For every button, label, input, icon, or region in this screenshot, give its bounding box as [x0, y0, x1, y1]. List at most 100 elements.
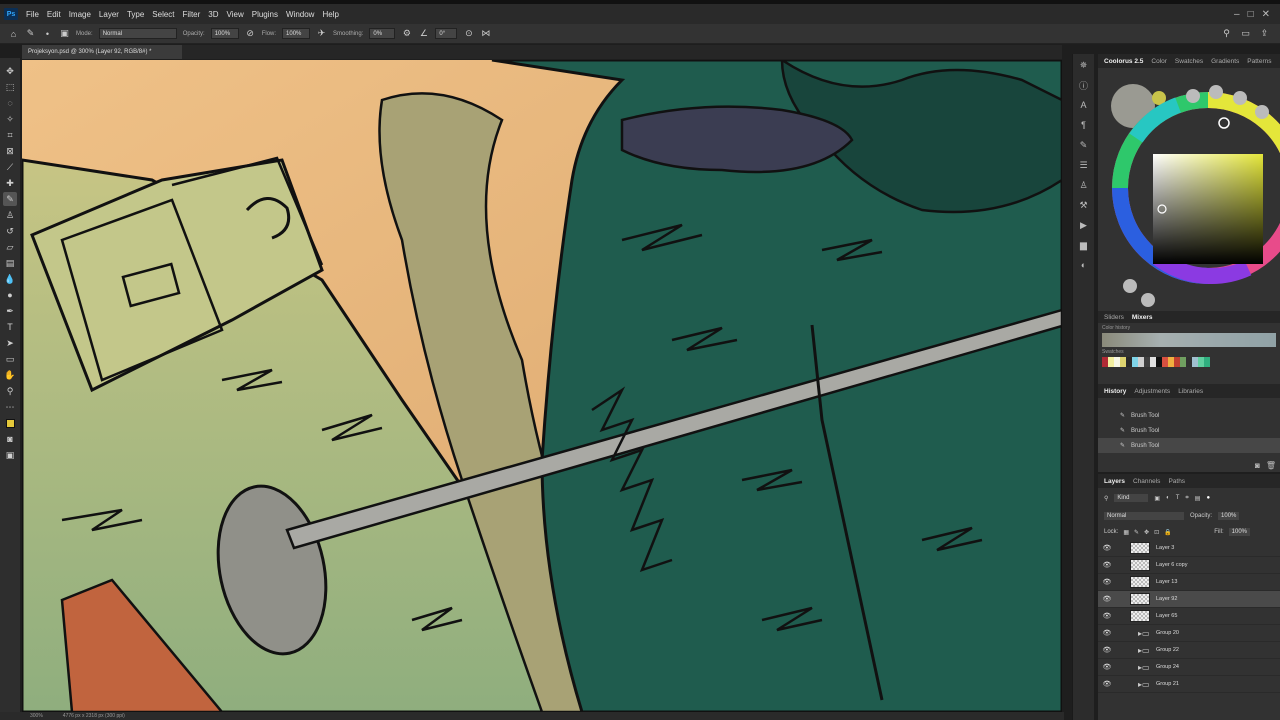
group-row[interactable]: 👁 ▸▭ Group 24 — [1098, 659, 1280, 676]
more-tools-icon[interactable]: ⋯ — [3, 400, 17, 414]
document-tab[interactable]: Projeksyon.psd @ 300% (Layer 92, RGB/8#)… — [22, 45, 182, 59]
group-row[interactable]: 👁 ▸▭ Group 21 — [1098, 676, 1280, 693]
character-icon[interactable]: A — [1077, 98, 1091, 112]
document-info[interactable]: 4776 px x 2318 px (300 ppi) — [63, 713, 125, 719]
path-selection-tool-icon[interactable]: ➤ — [3, 336, 17, 350]
frame-tool-icon[interactable]: ⊠ — [3, 144, 17, 158]
properties-icon[interactable]: ☰ — [1077, 158, 1091, 172]
menu-window[interactable]: Window — [282, 10, 318, 19]
smoothing-field[interactable]: 0% — [369, 28, 396, 39]
home-icon[interactable]: ⌂ — [8, 28, 19, 39]
brush-tool-icon[interactable]: ✎ — [25, 28, 36, 39]
info-icon[interactable]: ⓘ — [1077, 78, 1091, 92]
lock-transparency-icon[interactable]: ▦ — [1123, 529, 1129, 536]
color-swatches[interactable] — [3, 416, 17, 430]
pen-tool-icon[interactable]: ✒ — [3, 304, 17, 318]
snapshot-icon[interactable]: ◙ — [1255, 461, 1260, 470]
tab-history[interactable]: History — [1104, 388, 1126, 395]
layer-row[interactable]: 👁 Layer 65 — [1098, 608, 1280, 625]
tab-paths[interactable]: Paths — [1168, 478, 1185, 485]
foreground-color-swatch[interactable] — [5, 418, 15, 428]
group-row[interactable]: 👁 ▸▭ Group 20 — [1098, 625, 1280, 642]
filter-smart-icon[interactable]: ▤ — [1195, 495, 1201, 502]
eye-icon[interactable]: 👁 — [1098, 612, 1116, 620]
gradient-tool-icon[interactable]: ▤ — [3, 256, 17, 270]
tab-swatches[interactable]: Swatches — [1175, 58, 1203, 65]
tab-color[interactable]: Color — [1151, 58, 1167, 65]
lock-artboard-icon[interactable]: ⊡ — [1154, 529, 1159, 536]
menu-plugins[interactable]: Plugins — [248, 10, 282, 19]
eye-icon[interactable]: 👁 — [1098, 561, 1116, 569]
mode-select[interactable]: Normal — [98, 28, 177, 39]
trash-icon[interactable]: 🗑 — [1266, 461, 1276, 470]
zoom-tool-icon[interactable]: ⚲ — [3, 384, 17, 398]
tab-mixers[interactable]: Mixers — [1132, 314, 1153, 321]
brush-preset-icon[interactable]: • — [42, 28, 53, 39]
menu-edit[interactable]: Edit — [43, 10, 65, 19]
eyedropper-tool-icon[interactable]: ⟋ — [3, 160, 17, 174]
brush-settings-icon[interactable]: ✎ — [1077, 138, 1091, 152]
flow-field[interactable]: 100% — [282, 28, 311, 39]
eye-icon[interactable]: 👁 — [1098, 663, 1116, 671]
angle-field[interactable]: 0° — [435, 28, 458, 39]
search-icon[interactable]: ⚲ — [1221, 28, 1232, 39]
lock-position-icon[interactable]: ✥ — [1144, 529, 1149, 536]
tab-libraries[interactable]: Libraries — [1178, 388, 1203, 395]
lock-image-icon[interactable]: ✎ — [1134, 529, 1139, 536]
pressure-size-icon[interactable]: ⊙ — [463, 28, 474, 39]
opacity-field[interactable]: 100% — [210, 28, 239, 39]
tab-channels[interactable]: Channels — [1133, 478, 1160, 485]
workspace-icon[interactable]: ▭ — [1240, 28, 1251, 39]
tool-presets-icon[interactable]: ⚒ — [1077, 198, 1091, 212]
airbrush-icon[interactable]: ✈ — [316, 28, 327, 39]
menu-select[interactable]: Select — [148, 10, 178, 19]
lasso-tool-icon[interactable]: ◌ — [3, 96, 17, 110]
eye-icon[interactable]: 👁 — [1098, 646, 1116, 654]
filter-type-icon[interactable]: T — [1176, 495, 1180, 501]
menu-file[interactable]: File — [22, 10, 43, 19]
layer-row-selected[interactable]: 👁 Layer 92 — [1098, 591, 1280, 608]
filter-shape-icon[interactable]: ⌗ — [1185, 495, 1188, 502]
history-item-current[interactable]: ✎ Brush Tool — [1098, 438, 1280, 453]
close-icon[interactable]: ✕ — [1262, 9, 1270, 20]
histogram-icon[interactable]: ▆ — [1077, 238, 1091, 252]
shape-tool-icon[interactable]: ▭ — [3, 352, 17, 366]
minimize-icon[interactable]: – — [1234, 9, 1240, 20]
symmetry-icon[interactable]: ⋈ — [480, 28, 491, 39]
eye-icon[interactable]: 👁 — [1098, 595, 1116, 603]
coolorus-icon[interactable]: ✵ — [1077, 58, 1091, 72]
dodge-tool-icon[interactable]: ● — [3, 288, 17, 302]
blend-mode-select[interactable]: Normal — [1104, 512, 1184, 520]
brush-settings-icon[interactable]: ▣ — [59, 28, 70, 39]
menu-image[interactable]: Image — [65, 10, 95, 19]
maximize-icon[interactable]: □ — [1248, 9, 1254, 20]
filter-adjustment-icon[interactable]: ◐ — [1166, 495, 1170, 501]
layer-kind-select[interactable]: Kind — [1114, 494, 1149, 502]
marquee-tool-icon[interactable]: ⬚ — [3, 80, 17, 94]
blur-tool-icon[interactable]: 💧 — [3, 272, 17, 286]
eye-icon[interactable]: 👁 — [1098, 629, 1116, 637]
type-tool-icon[interactable]: T — [3, 320, 17, 334]
tab-patterns[interactable]: Patterns — [1247, 58, 1271, 65]
history-item[interactable]: ✎ Brush Tool — [1098, 423, 1280, 438]
color-wheel[interactable] — [1098, 68, 1280, 308]
eye-icon[interactable]: 👁 — [1098, 544, 1116, 552]
eye-icon[interactable]: 👁 — [1098, 680, 1116, 688]
history-item[interactable]: ✎ Brush Tool — [1098, 408, 1280, 423]
filter-pixel-icon[interactable]: ▣ — [1154, 495, 1160, 502]
share-icon[interactable]: ⇪ — [1259, 28, 1270, 39]
crop-tool-icon[interactable]: ⌗ — [3, 128, 17, 142]
menu-view[interactable]: View — [223, 10, 248, 19]
tab-gradients[interactable]: Gradients — [1211, 58, 1239, 65]
clone-source-icon[interactable]: ♙ — [1077, 178, 1091, 192]
eraser-tool-icon[interactable]: ▱ — [3, 240, 17, 254]
stamp-tool-icon[interactable]: ♙ — [3, 208, 17, 222]
color-history-strip[interactable] — [1102, 333, 1276, 347]
history-brush-tool-icon[interactable]: ↺ — [3, 224, 17, 238]
screen-mode-icon[interactable]: ▣ — [3, 448, 17, 462]
gear-icon[interactable]: ⚙ — [401, 28, 412, 39]
document-canvas[interactable] — [22, 60, 1062, 712]
group-row[interactable]: 👁 ▸▭ Group 22 — [1098, 642, 1280, 659]
fill-field[interactable]: 100% — [1228, 528, 1250, 536]
brush-tool-icon[interactable]: ✎ — [3, 192, 17, 206]
